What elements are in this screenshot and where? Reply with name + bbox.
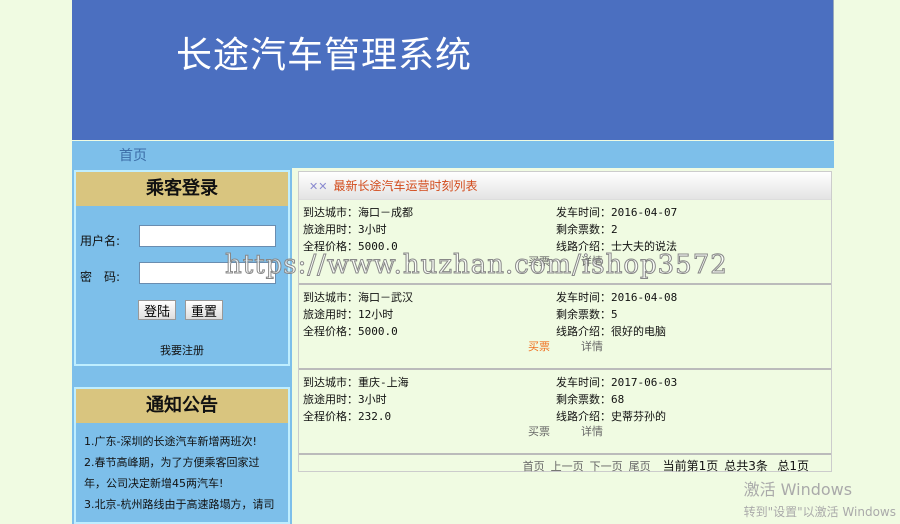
route-duration: 旅途用时：3小时 xyxy=(303,393,387,406)
total-count: 总共3条 xyxy=(724,459,768,473)
username-label: 用户名: xyxy=(80,234,121,248)
route-row: 到达城市：海口－武汉 旅途用时：12小时 全程价格：5000.0 发车时间：2016-… xyxy=(299,285,831,370)
grid-icon: ✕✕ xyxy=(309,180,328,193)
route-row: 到达城市：重庆-上海 旅途用时：3小时 全程价格：232.0 发车时间：2017-06… xyxy=(299,370,831,455)
notice-panel: 通知公告 1.广东-深圳的长途汽车新增两班次! 2.春节高峰期，为了方便乘客回家… xyxy=(74,387,290,524)
current-page: 当前第1页 xyxy=(662,459,719,473)
schedule-panel: ✕✕ 最新长途汽车运营时刻列表 到达城市：海口－成都 旅途用时：3小时 全程价格：50… xyxy=(298,171,832,474)
route-price: 全程价格：232.0 xyxy=(303,410,392,423)
activation-line2: 转到"设置"以激活 Windows xyxy=(743,505,896,519)
site-title: 长途汽车管理系统 xyxy=(176,35,473,76)
route-tickets: 剩余票数：68 xyxy=(556,393,625,406)
watermark: https://www.huzhan.com/ishop3572 xyxy=(225,250,728,281)
header-banner: 长途汽车管理系统 xyxy=(72,0,834,140)
buy-ticket-link[interactable]: 买票 xyxy=(528,338,550,354)
route-city: 到达城市：海口－成都 xyxy=(303,206,413,219)
route-tickets: 剩余票数：2 xyxy=(556,223,618,236)
route-city: 到达城市：海口－武汉 xyxy=(303,291,413,304)
route-tickets: 剩余票数：5 xyxy=(556,308,618,321)
notice-item[interactable]: 年，公司决定新增45两汽车! xyxy=(84,473,280,494)
reset-button[interactable]: 重置 xyxy=(185,300,224,320)
login-button[interactable]: 登陆 xyxy=(138,300,177,320)
schedule-title: 最新长途汽车运营时刻列表 xyxy=(333,179,478,193)
route-duration: 旅途用时：12小时 xyxy=(303,308,394,321)
schedule-header: ✕✕ 最新长途汽车运营时刻列表 xyxy=(299,172,831,200)
windows-activation-notice: 激活 Windows 转到"设置"以激活 Windows xyxy=(744,476,896,520)
notice-title: 通知公告 xyxy=(76,389,288,423)
detail-link[interactable]: 详情 xyxy=(581,338,603,354)
route-duration: 旅途用时：3小时 xyxy=(303,223,387,236)
nav-bar: 首页 xyxy=(72,141,834,168)
route-depart: 发车时间：2016-04-08 xyxy=(556,291,678,304)
route-depart: 发车时间：2017-06-03 xyxy=(556,376,678,389)
notice-item[interactable]: 2.春节高峰期，为了方便乘客回家过 xyxy=(84,452,280,473)
activation-line1: 激活 Windows xyxy=(743,480,853,499)
route-intro: 线路介绍：很好的电脑 xyxy=(556,325,666,338)
username-input[interactable] xyxy=(139,225,276,247)
detail-link[interactable]: 详情 xyxy=(581,423,603,439)
page-last[interactable]: 尾页 xyxy=(629,460,651,473)
left-sidebar: 乘客登录 用户名: 密 码: 登陆 重置 我要注册 通知公告 1.广东-深圳的长… xyxy=(72,168,292,524)
page-next[interactable]: 下一页 xyxy=(590,460,623,473)
notice-item[interactable]: 1.广东-深圳的长途汽车新增两班次! xyxy=(84,431,280,452)
page-prev[interactable]: 上一页 xyxy=(551,460,584,473)
route-price: 全程价格：5000.0 xyxy=(303,325,398,338)
total-pages: 总1页 xyxy=(777,459,809,473)
route-city: 到达城市：重庆-上海 xyxy=(303,376,409,389)
route-depart: 发车时间：2016-04-07 xyxy=(556,206,678,219)
nav-home[interactable]: 首页 xyxy=(119,145,147,165)
register-link[interactable]: 我要注册 xyxy=(76,342,288,358)
pagination: 首页 上一页 下一页 尾页 当前第1页 总共3条 总1页 xyxy=(523,457,809,474)
notice-item[interactable]: 3.北京-杭州路线由于高速路塌方，请司 xyxy=(84,494,280,515)
login-title: 乘客登录 xyxy=(76,172,288,206)
route-intro: 线路介绍：史蒂芬孙的 xyxy=(556,410,666,423)
buy-ticket-link[interactable]: 买票 xyxy=(528,423,550,439)
password-label: 密 码: xyxy=(80,270,121,284)
page-first[interactable]: 首页 xyxy=(523,460,545,473)
